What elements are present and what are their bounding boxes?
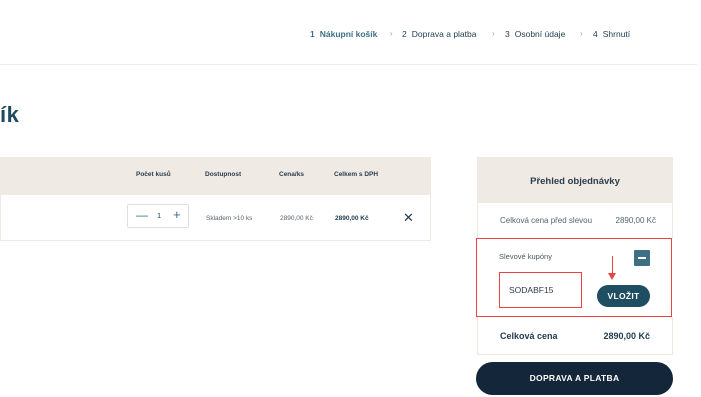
column-header-unit-price: Cena/ks bbox=[279, 171, 304, 178]
cart-table-header: Počet kusů Dostupnost Cena/ks Celkem s D… bbox=[0, 157, 431, 195]
step-label: Osobní údaje bbox=[514, 29, 566, 39]
collapse-coupon-button[interactable] bbox=[634, 250, 650, 266]
minus-icon[interactable]: — bbox=[136, 208, 148, 222]
close-icon[interactable]: ✕ bbox=[403, 210, 414, 226]
step-personal[interactable]: 3 Osobní údaje bbox=[505, 29, 565, 39]
page-title: ík bbox=[0, 102, 20, 127]
coupon-input[interactable] bbox=[499, 272, 582, 308]
annotation-arrowhead-icon bbox=[608, 273, 616, 280]
order-total-label: Celková cena bbox=[500, 331, 558, 341]
order-summary-title: Přehled objednávky bbox=[530, 176, 620, 187]
step-label: Shrnutí bbox=[602, 29, 631, 39]
step-number: 4 bbox=[593, 29, 598, 39]
chevron-right-icon: › bbox=[390, 29, 393, 38]
step-label: Doprava a platba bbox=[411, 29, 477, 39]
header-divider bbox=[0, 64, 697, 65]
checkout-steps: 1 Nákupní košík › 2 Doprava a platba › 3 Os… bbox=[0, 29, 701, 45]
step-label: Nákupní košík bbox=[319, 29, 378, 39]
order-total-value: 2890,00 Kč bbox=[603, 331, 650, 341]
price-before-discount-row: Celková cena před slevou 2890,00 Kč bbox=[477, 203, 673, 239]
price-before-discount-value: 2890,00 Kč bbox=[615, 216, 656, 225]
unit-price-value: 2890,00 Kč bbox=[280, 215, 313, 222]
column-header-quantity: Počet kusů bbox=[136, 171, 171, 178]
step-shipping[interactable]: 2 Doprava a platba bbox=[402, 29, 476, 39]
price-before-discount-label: Celková cena před slevou bbox=[500, 216, 593, 225]
continue-to-shipping-button[interactable]: DOPRAVA A PLATBA bbox=[476, 362, 673, 395]
cart-item-row: — 1 + Skladem >10 ks 2890,00 Kč 2890,00 … bbox=[0, 195, 431, 241]
step-cart[interactable]: 1 Nákupní košík bbox=[310, 29, 377, 39]
row-total-value: 2890,00 Kč bbox=[335, 215, 369, 222]
step-summary[interactable]: 4 Shrnutí bbox=[593, 29, 630, 39]
availability-value: Skladem >10 ks bbox=[206, 215, 253, 222]
quantity-stepper: — 1 + bbox=[127, 204, 189, 228]
column-header-total: Celkem s DPH bbox=[334, 171, 379, 178]
chevron-right-icon: › bbox=[492, 29, 495, 38]
coupon-label: Slevové kupóny bbox=[499, 252, 552, 261]
quantity-value[interactable]: 1 bbox=[157, 211, 161, 220]
order-total-row: Celková cena 2890,00 Kč bbox=[477, 317, 673, 355]
coupon-section: Slevové kupóny VLOŽIT bbox=[476, 238, 672, 317]
order-summary-header: Přehled objednávky bbox=[477, 157, 673, 203]
chevron-right-icon: › bbox=[580, 29, 583, 38]
step-number: 3 bbox=[505, 29, 510, 39]
apply-coupon-button[interactable]: VLOŽIT bbox=[597, 285, 650, 307]
plus-icon[interactable]: + bbox=[173, 207, 181, 222]
step-number: 2 bbox=[402, 29, 407, 39]
step-number: 1 bbox=[310, 29, 315, 39]
column-header-availability: Dostupnost bbox=[205, 171, 242, 178]
